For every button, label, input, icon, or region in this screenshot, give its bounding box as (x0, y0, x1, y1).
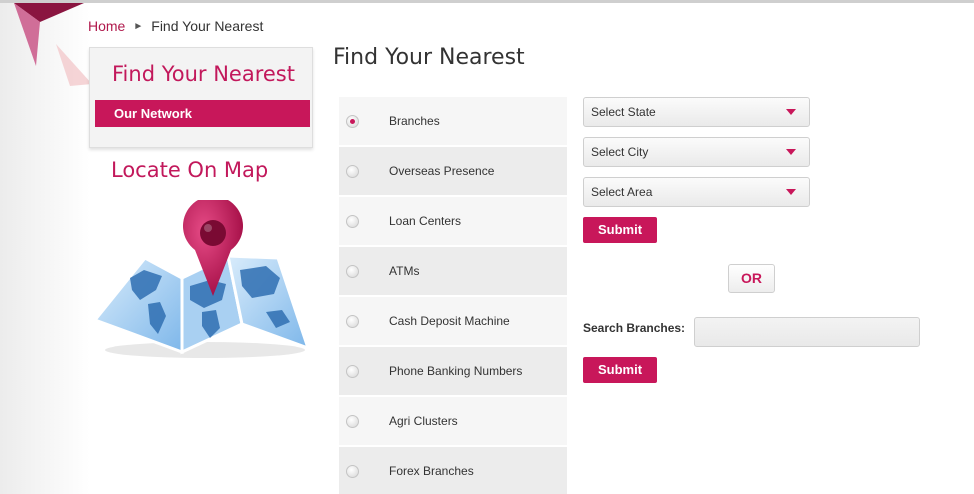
option-overseas-presence[interactable]: Overseas Presence (339, 147, 567, 195)
caret-down-icon (786, 149, 796, 155)
page-title: Find Your Nearest (333, 45, 525, 70)
option-atms[interactable]: ATMs (339, 247, 567, 295)
option-agri-clusters[interactable]: Agri Clusters (339, 397, 567, 445)
submit-search-button[interactable]: Submit (583, 357, 657, 383)
breadcrumb: Home ► Find Your Nearest (88, 18, 263, 34)
option-forex-branches[interactable]: Forex Branches (339, 447, 567, 494)
sidebar-item-our-network[interactable]: Our Network (95, 100, 310, 127)
radio-atms[interactable] (346, 264, 359, 278)
sidebar-title: Find Your Nearest (112, 62, 295, 86)
radio-agri-clusters[interactable] (346, 414, 359, 428)
chevron-right-icon: ► (133, 20, 144, 32)
sidebar-nav-box: Find Your Nearest Our Network (89, 47, 313, 148)
location-type-list: Branches Overseas Presence Loan Centers … (339, 97, 567, 494)
radio-forex-branches[interactable] (346, 464, 359, 478)
option-phone-banking-numbers[interactable]: Phone Banking Numbers (339, 347, 567, 395)
search-branches-input[interactable] (694, 317, 920, 347)
select-area-value: Select Area (591, 185, 653, 199)
option-label: Cash Deposit Machine (389, 314, 510, 328)
select-state-dropdown[interactable]: Select State (583, 97, 810, 127)
option-label: Phone Banking Numbers (389, 364, 523, 378)
option-label: Overseas Presence (389, 164, 495, 178)
select-city-value: Select City (591, 145, 649, 159)
option-branches[interactable]: Branches (339, 97, 567, 145)
search-branches-label: Search Branches: (583, 321, 686, 335)
option-label: Loan Centers (389, 214, 462, 228)
option-label: Branches (389, 114, 440, 128)
breadcrumb-home-link[interactable]: Home (88, 18, 125, 34)
radio-loan-centers[interactable] (346, 214, 359, 228)
select-city-dropdown[interactable]: Select City (583, 137, 810, 167)
locate-on-map-title[interactable]: Locate On Map (111, 158, 268, 182)
option-label: Forex Branches (389, 464, 474, 478)
select-area-dropdown[interactable]: Select Area (583, 177, 810, 207)
radio-branches[interactable] (346, 114, 359, 128)
submit-filter-button[interactable]: Submit (583, 217, 657, 243)
radio-cash-deposit-machine[interactable] (346, 314, 359, 328)
breadcrumb-current: Find Your Nearest (151, 18, 264, 34)
top-rule (0, 0, 974, 3)
option-label: ATMs (389, 264, 420, 278)
option-loan-centers[interactable]: Loan Centers (339, 197, 567, 245)
radio-overseas-presence[interactable] (346, 164, 359, 178)
option-label: Agri Clusters (389, 414, 458, 428)
caret-down-icon (786, 109, 796, 115)
or-divider-button[interactable]: OR (728, 264, 775, 293)
map-pin-icon[interactable] (90, 200, 315, 360)
option-cash-deposit-machine[interactable]: Cash Deposit Machine (339, 297, 567, 345)
caret-down-icon (786, 189, 796, 195)
select-state-value: Select State (591, 105, 656, 119)
radio-phone-banking-numbers[interactable] (346, 364, 359, 378)
corner-ribbon-decoration (14, 3, 92, 86)
